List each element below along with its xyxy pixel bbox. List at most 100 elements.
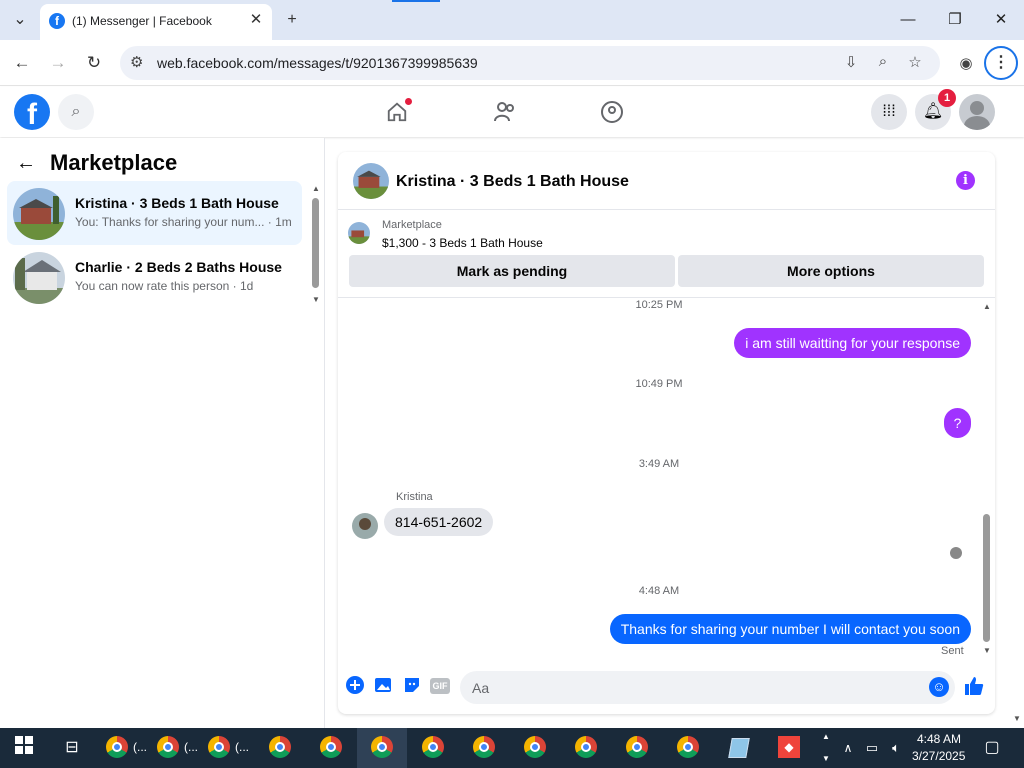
- tab-search-chevron-icon[interactable]: ⌄: [8, 8, 32, 32]
- chrome-taskbar-icon[interactable]: [524, 736, 548, 760]
- message-status: Sent: [941, 645, 964, 657]
- more-options-button[interactable]: More options: [678, 255, 984, 287]
- bookmark-star-icon[interactable]: ☆: [904, 53, 926, 73]
- page-scroll-down-arrow-icon[interactable]: ▼: [1013, 714, 1021, 723]
- clock-time[interactable]: 4:48 AM: [917, 732, 961, 746]
- facebook-favicon-icon: f: [49, 13, 65, 29]
- message-composer: GIF ☺: [338, 664, 995, 714]
- reload-icon[interactable]: ↻: [81, 50, 107, 76]
- outgoing-message[interactable]: i am still waitting for your response: [734, 328, 971, 358]
- message-timestamp: 10:25 PM: [635, 299, 683, 311]
- listing-title[interactable]: $1,300 - 3 Beds 1 Bath House: [382, 236, 543, 250]
- home-notification-dot: [405, 98, 412, 105]
- browser-tab-active[interactable]: f (1) Messenger | Facebook ✕: [40, 4, 272, 40]
- maximize-icon[interactable]: ❐: [937, 6, 973, 34]
- browser-toolbar: ← → ↻ ⚙ web.facebook.com/messages/t/9201…: [0, 40, 1024, 86]
- task-view-icon[interactable]: ⊟: [60, 736, 84, 760]
- chrome-taskbar-icon[interactable]: [626, 736, 650, 760]
- forward-icon[interactable]: →: [45, 50, 71, 76]
- chat-header: Kristina · 3 Beds 1 Bath House i: [338, 152, 995, 210]
- conversation-snippet: You can now rate this person · 1d: [75, 279, 254, 293]
- chrome-taskbar-icon[interactable]: [320, 736, 344, 760]
- tray-chevron-icon[interactable]: ∧: [836, 736, 860, 760]
- incoming-message[interactable]: 814-651-2602: [384, 508, 494, 536]
- gif-label: GIF: [430, 678, 450, 694]
- chrome-taskbar-icon[interactable]: [677, 736, 701, 760]
- emoji-icon[interactable]: ☺: [929, 677, 949, 697]
- profile-icon[interactable]: ◉: [955, 54, 977, 74]
- notepad-taskbar-icon[interactable]: [727, 736, 751, 760]
- friends-icon[interactable]: [488, 95, 522, 129]
- marketplace-label: Marketplace: [382, 219, 442, 231]
- listing-thumbnail: [13, 252, 65, 304]
- chrome-taskbar-icon[interactable]: [208, 736, 232, 760]
- scroll-down-arrow-icon[interactable]: ▼: [312, 295, 320, 304]
- plus-icon[interactable]: [345, 676, 365, 696]
- message-timestamp: 4:48 AM: [638, 585, 680, 597]
- chrome-taskbar-icon[interactable]: [371, 736, 395, 760]
- anydesk-taskbar-icon[interactable]: ◆: [778, 736, 802, 760]
- back-icon[interactable]: ←: [9, 50, 35, 76]
- address-bar[interactable]: ⚙ web.facebook.com/messages/t/9201367399…: [120, 46, 940, 80]
- chrome-taskbar-icon[interactable]: [269, 736, 293, 760]
- apps-grid-icon[interactable]: ⁞⁞⁞: [871, 94, 907, 130]
- conversation-item-kristina[interactable]: Kristina · 3 Beds 1 Bath House You: Than…: [7, 181, 302, 245]
- clock-date[interactable]: 3/27/2025: [912, 749, 965, 763]
- message-input[interactable]: [460, 671, 955, 704]
- site-info-icon[interactable]: ⚙: [130, 53, 143, 71]
- chat-title[interactable]: Kristina · 3 Beds 1 Bath House: [396, 173, 629, 191]
- taskbar-window-label: (...: [235, 740, 249, 754]
- chat-listing-thumbnail[interactable]: [353, 163, 389, 199]
- minimize-icon[interactable]: —: [890, 6, 926, 34]
- mark-as-pending-button[interactable]: Mark as pending: [349, 255, 675, 287]
- chrome-taskbar-icon[interactable]: [473, 736, 497, 760]
- sticker-icon[interactable]: [402, 676, 422, 696]
- scroll-up-arrow-icon[interactable]: ▲: [983, 302, 991, 311]
- taskbar-scroll-up-icon[interactable]: ▲: [822, 732, 830, 741]
- conversation-name: Kristina · 3 Beds 1 Bath House: [75, 195, 279, 211]
- zoom-icon[interactable]: ⌕: [872, 53, 894, 73]
- thumbs-up-icon[interactable]: [964, 676, 984, 696]
- tab-close-icon[interactable]: ✕: [246, 10, 266, 30]
- chrome-taskbar-icon[interactable]: [575, 736, 599, 760]
- conversation-item-charlie[interactable]: Charlie · 2 Beds 2 Baths House You can n…: [7, 245, 302, 309]
- install-app-icon[interactable]: ⇩: [840, 53, 862, 73]
- taskbar-scroll-down-icon[interactable]: ▼: [822, 754, 830, 763]
- facebook-logo-icon[interactable]: f: [14, 94, 50, 130]
- chrome-taskbar-icon[interactable]: [157, 736, 181, 760]
- scroll-down-arrow-icon[interactable]: ▼: [983, 646, 991, 655]
- taskbar-window-label: (...: [133, 740, 147, 754]
- back-arrow-icon[interactable]: ←: [16, 152, 36, 175]
- window-close-icon[interactable]: ✕: [983, 6, 1019, 34]
- volume-icon[interactable]: 🔈︎: [884, 736, 908, 760]
- chat-scrollbar[interactable]: [983, 514, 990, 642]
- info-icon[interactable]: i: [956, 171, 975, 190]
- outgoing-message[interactable]: ?: [944, 408, 971, 438]
- search-icon[interactable]: ⌕: [58, 94, 94, 130]
- network-icon[interactable]: ▭: [860, 736, 884, 760]
- action-center-icon[interactable]: ▢: [980, 736, 1004, 760]
- tab-loading-indicator: [392, 0, 440, 2]
- url-text[interactable]: web.facebook.com/messages/t/920136739998…: [157, 55, 478, 71]
- gif-icon[interactable]: GIF: [430, 676, 452, 696]
- user-avatar[interactable]: [959, 94, 995, 130]
- chrome-taskbar-icon[interactable]: [422, 736, 446, 760]
- scroll-up-arrow-icon[interactable]: ▲: [312, 184, 320, 193]
- sidebar-scrollbar[interactable]: [312, 198, 319, 288]
- outgoing-message[interactable]: Thanks for sharing your number I will co…: [609, 614, 971, 644]
- chat-panel: Kristina · 3 Beds 1 Bath House i Marketp…: [338, 152, 995, 714]
- new-tab-button[interactable]: +: [280, 8, 304, 32]
- notification-badge: 1: [938, 89, 956, 107]
- groups-icon[interactable]: [595, 95, 629, 129]
- browser-tab-bar: ⌄ f (1) Messenger | Facebook ✕ + — ❐ ✕: [0, 0, 1024, 40]
- sidebar-title: Marketplace: [50, 150, 178, 175]
- chrome-menu-icon[interactable]: ⋮: [984, 46, 1018, 80]
- windows-start-icon[interactable]: [12, 736, 36, 760]
- sender-avatar[interactable]: [352, 513, 378, 539]
- chrome-taskbar-icon[interactable]: [106, 736, 130, 760]
- seen-indicator-avatar: [950, 547, 962, 559]
- conversation-name: Charlie · 2 Beds 2 Baths House: [75, 259, 282, 275]
- facebook-header: f ⌕ ⁞⁞⁞ 🔔︎: [0, 87, 1024, 137]
- sender-name: Kristina: [396, 491, 433, 503]
- image-icon[interactable]: [373, 676, 393, 696]
